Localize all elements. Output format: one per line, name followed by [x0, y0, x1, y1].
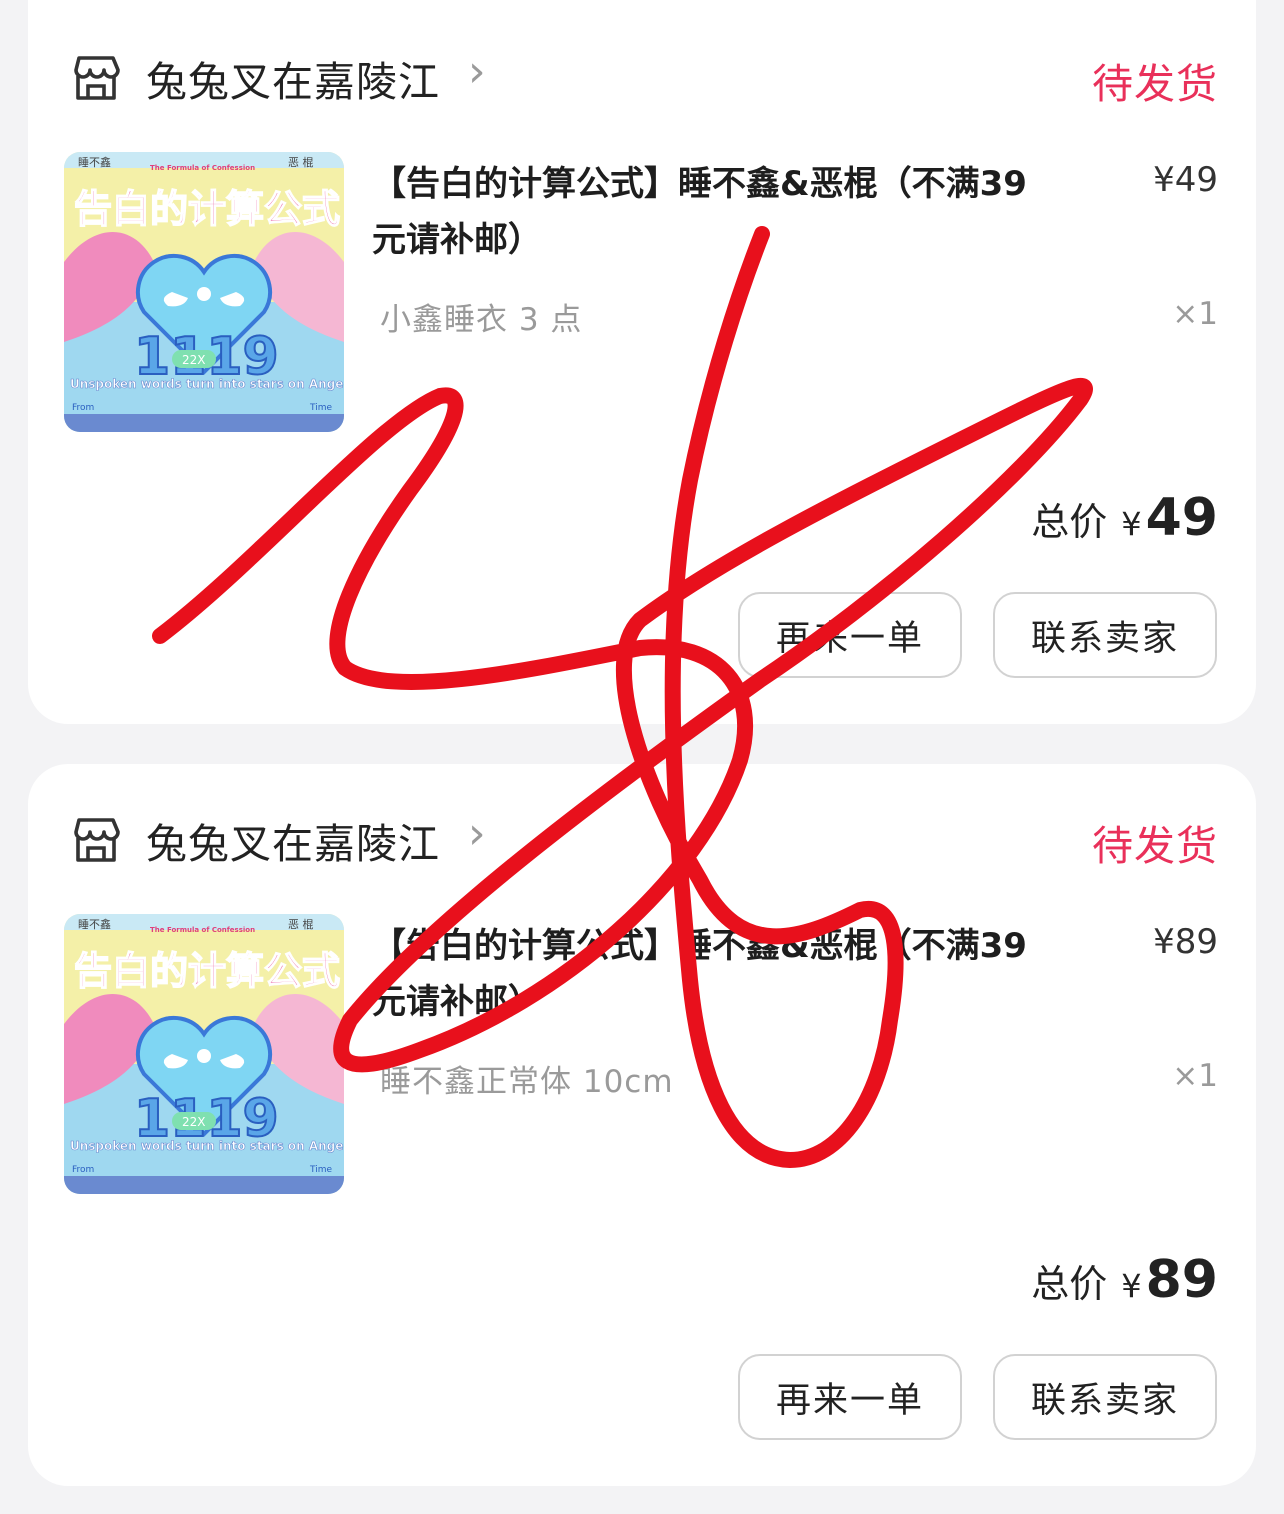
svg-text:睡不鑫: 睡不鑫	[78, 917, 111, 931]
svg-text:22X: 22X	[182, 1115, 206, 1129]
storefront-icon	[74, 56, 120, 100]
reorder-button[interactable]: 再来一单	[738, 1354, 962, 1440]
product-spec: 睡不鑫正常体 10cm	[380, 1064, 674, 1100]
svg-text:From: From	[72, 403, 94, 413]
svg-text:恶 棍: 恶 棍	[288, 917, 314, 931]
svg-text:Time: Time	[309, 1165, 332, 1175]
product-thumbnail[interactable]: 睡不鑫 恶 棍 The Formula of Confession 告白的计算公…	[64, 152, 344, 432]
svg-text:睡不鑫: 睡不鑫	[78, 155, 111, 169]
contact-seller-button[interactable]: 联系卖家	[993, 1354, 1217, 1440]
total-label: 总价	[1031, 1262, 1108, 1306]
order-card-2[interactable]: 兔兔叉在嘉陵江 › 待发货 睡不鑫 恶 棍 The Formula of Con…	[28, 764, 1256, 1486]
svg-text:From: From	[72, 1165, 94, 1175]
total-currency: ¥	[1121, 1267, 1142, 1305]
total-label: 总价	[1031, 500, 1108, 544]
chevron-right-icon[interactable]: ›	[468, 46, 486, 97]
product-thumbnail[interactable]: 睡不鑫 恶 棍 The Formula of Confession 告白的计算公…	[64, 914, 344, 1194]
shop-name[interactable]: 兔兔叉在嘉陵江	[146, 810, 440, 870]
svg-text:Time: Time	[309, 403, 332, 413]
product-title[interactable]: 【告白的计算公式】睡不鑫&恶棍（不满39元请补邮）	[372, 918, 1042, 1030]
svg-text:22X: 22X	[182, 353, 206, 367]
svg-text:恶 棍: 恶 棍	[288, 155, 314, 169]
reorder-button[interactable]: 再来一单	[738, 592, 962, 678]
storefront-icon	[74, 818, 120, 862]
svg-text:Unspoken words turn into stars: Unspoken words turn into stars on Angel …	[70, 1139, 344, 1153]
order-status: 待发货	[1092, 822, 1218, 870]
product-price: ¥49	[1153, 160, 1218, 200]
svg-text:Unspoken words turn into stars: Unspoken words turn into stars on Angel …	[70, 377, 344, 391]
svg-text:The Formula of Confession: The Formula of Confession	[150, 164, 255, 172]
contact-seller-button[interactable]: 联系卖家	[993, 592, 1217, 678]
total-amount: 49	[1145, 488, 1218, 548]
svg-text:告白的计算公式: 告白的计算公式	[74, 187, 340, 231]
product-quantity: ×1	[1172, 296, 1218, 332]
product-spec: 小鑫睡衣 3 点	[380, 302, 583, 338]
svg-text:告白的计算公式: 告白的计算公式	[74, 949, 340, 993]
order-total: 总价 ¥ 89	[1031, 1250, 1218, 1310]
product-quantity: ×1	[1172, 1058, 1218, 1094]
product-title[interactable]: 【告白的计算公式】睡不鑫&恶棍（不满39元请补邮）	[372, 156, 1042, 268]
order-card-1[interactable]: 兔兔叉在嘉陵江 › 待发货 睡不鑫 恶 棍 The Formula of Con…	[28, 0, 1256, 724]
order-status: 待发货	[1092, 60, 1218, 108]
total-currency: ¥	[1121, 505, 1142, 543]
order-total: 总价 ¥ 49	[1031, 488, 1218, 548]
shop-name[interactable]: 兔兔叉在嘉陵江	[146, 48, 440, 108]
product-price: ¥89	[1153, 922, 1218, 962]
svg-text:The Formula of Confession: The Formula of Confession	[150, 926, 255, 934]
chevron-right-icon[interactable]: ›	[468, 808, 486, 859]
total-amount: 89	[1145, 1250, 1218, 1310]
